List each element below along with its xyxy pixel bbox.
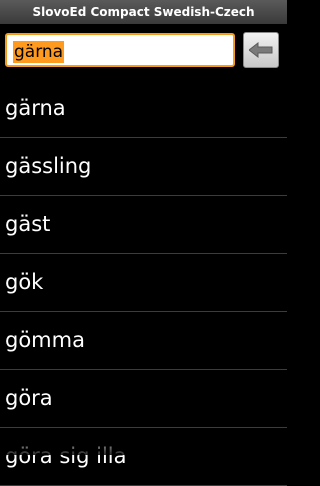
list-item[interactable]: gömma: [0, 312, 287, 370]
backspace-arrow-icon: [249, 42, 273, 58]
list-item-label: gäst: [5, 212, 51, 236]
list-item[interactable]: göra sig illa: [0, 428, 287, 486]
list-item-label: göra sig illa: [5, 444, 127, 468]
list-item-label: gök: [5, 270, 44, 294]
list-item-label: gässling: [5, 154, 92, 178]
list-item[interactable]: göra: [0, 370, 287, 428]
list-item[interactable]: gök: [0, 254, 287, 312]
search-input[interactable]: gärna: [5, 33, 235, 67]
list-item[interactable]: gärna: [0, 80, 287, 138]
list-item-label: gömma: [5, 328, 85, 352]
app-title-bar: SlovoEd Compact Swedish-Czech: [0, 0, 287, 24]
search-input-value: gärna: [13, 41, 65, 63]
list-item-label: gärna: [5, 96, 66, 120]
list-item[interactable]: gäst: [0, 196, 287, 254]
list-item[interactable]: gässling: [0, 138, 287, 196]
word-list: gärna gässling gäst gök gömma göra göra …: [0, 80, 287, 486]
search-bar: gärna: [0, 24, 287, 80]
clear-button[interactable]: [243, 32, 279, 68]
app-title: SlovoEd Compact Swedish-Czech: [32, 5, 255, 19]
list-item-label: göra: [5, 386, 53, 410]
